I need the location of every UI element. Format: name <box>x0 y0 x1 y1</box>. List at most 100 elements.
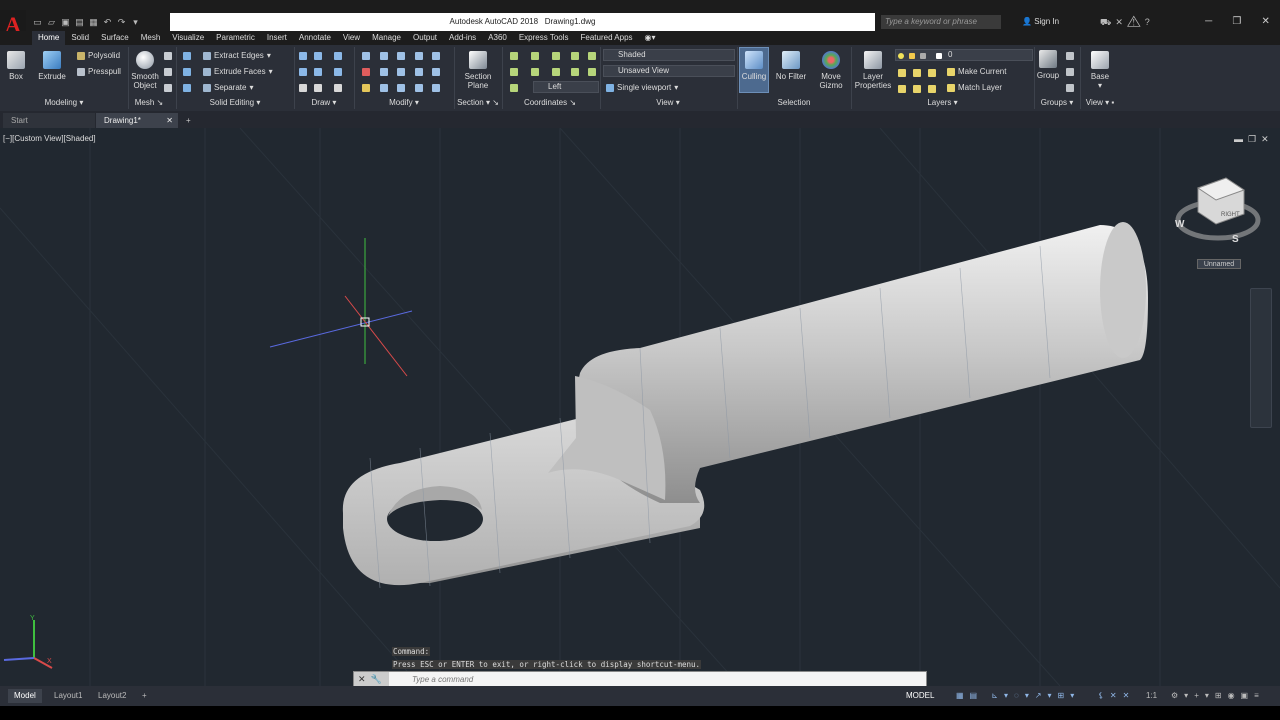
ucs-world-icon[interactable] <box>531 52 539 60</box>
section-plane-button[interactable]: Section Plane <box>460 51 496 90</box>
layer-tool-icon[interactable] <box>928 69 936 77</box>
extend-icon[interactable] <box>415 52 423 60</box>
tab-insert[interactable]: Insert <box>261 31 293 45</box>
minimize-button[interactable]: ─ <box>1205 13 1212 31</box>
presspull-button[interactable]: Presspull <box>77 67 121 76</box>
draw-group-label[interactable]: Draw ▾ <box>294 97 354 108</box>
layer-dropdown[interactable]: 0 <box>895 49 1033 61</box>
base-view-button[interactable]: Base ▾ <box>1088 51 1112 90</box>
tab-featured-apps[interactable]: Featured Apps <box>575 31 639 45</box>
tab-add-ins[interactable]: Add-ins <box>443 31 482 45</box>
drawing-viewport[interactable]: [−][Custom View][Shaded] ▬❐✕ RIGHT W S U… <box>0 128 1280 686</box>
tab-manage[interactable]: Manage <box>366 31 407 45</box>
erase-icon[interactable] <box>362 68 370 76</box>
ucs-3point-icon[interactable] <box>588 52 596 60</box>
mesh-tool-icon[interactable] <box>164 84 172 92</box>
annotation-scale[interactable]: 1:1 <box>1140 689 1163 703</box>
ucs-icon[interactable] <box>510 52 518 60</box>
tab-visualize[interactable]: Visualize <box>166 31 210 45</box>
line-icon[interactable] <box>314 68 322 76</box>
save-icon[interactable]: ▣ <box>60 17 71 28</box>
cart-icon[interactable]: ⛟ <box>1100 17 1115 27</box>
doc-tab-drawing1[interactable]: Drawing1* ✕ <box>96 113 178 128</box>
a360-icon[interactable]: ⚠ <box>1127 17 1145 27</box>
tab-view[interactable]: View <box>337 31 366 45</box>
undo-icon[interactable]: ↶ <box>102 17 113 28</box>
modify-group-label[interactable]: Modify ▾ <box>354 97 454 108</box>
culling-button[interactable]: Culling <box>739 47 769 93</box>
join-icon[interactable] <box>432 84 440 92</box>
stretch-icon[interactable] <box>432 52 440 60</box>
mesh-tool-icon[interactable] <box>164 52 172 60</box>
viewport-window-controls[interactable]: ▬❐✕ <box>1234 134 1274 145</box>
ucs-face-icon[interactable] <box>510 68 518 76</box>
line-icon[interactable] <box>299 52 307 60</box>
ucs-menu-button[interactable]: Unnamed <box>1197 259 1241 269</box>
arc-icon[interactable] <box>334 52 342 60</box>
open-icon[interactable]: ▱ <box>46 17 57 28</box>
close-tab-icon[interactable]: ✕ <box>166 113 173 128</box>
ucs-y-icon[interactable] <box>588 68 596 76</box>
layers-group-label[interactable]: Layers ▾ <box>851 97 1034 108</box>
tab-a360[interactable]: A360 <box>482 31 513 45</box>
close-icon[interactable]: ✕ <box>358 674 371 684</box>
tab-output[interactable]: Output <box>407 31 443 45</box>
command-line-tools[interactable]: ✕🔧 <box>354 672 389 686</box>
layer-color-icon[interactable] <box>936 53 942 59</box>
ungroup-icon[interactable] <box>1066 52 1074 60</box>
intersect-icon[interactable] <box>183 84 191 92</box>
new-icon[interactable]: ▭ <box>32 17 43 28</box>
move-gizmo-button[interactable]: Move Gizmo <box>816 51 846 90</box>
group-button[interactable]: Group <box>1036 48 1060 80</box>
modeling-group-label[interactable]: Modeling ▾ <box>0 97 128 108</box>
tab-annotate[interactable]: Annotate <box>293 31 337 45</box>
polygon-icon[interactable] <box>299 84 307 92</box>
plot-icon[interactable]: ▦ <box>88 17 99 28</box>
view-group-label[interactable]: View ▾ <box>600 97 736 108</box>
doc-tab-start[interactable]: Start <box>3 113 95 128</box>
layer-properties-button[interactable]: Layer Properties <box>854 51 892 90</box>
circle-icon[interactable] <box>334 68 342 76</box>
tab-parametric[interactable]: Parametric <box>210 31 261 45</box>
mesh-group-label[interactable]: Mesh ↘ <box>128 97 170 108</box>
move-icon[interactable] <box>362 52 370 60</box>
extract-edges-button[interactable]: Extract Edges ▾ <box>203 51 271 60</box>
command-input[interactable] <box>394 672 919 686</box>
ribbon-toggle-icon[interactable]: ◉▾ <box>639 31 662 45</box>
scale-icon[interactable] <box>362 84 370 92</box>
layout-tab-model[interactable]: Model <box>8 689 42 703</box>
mirror-icon[interactable] <box>397 68 405 76</box>
layout-tab-layout1[interactable]: Layout1 <box>48 689 88 703</box>
group-edit-icon[interactable] <box>1066 68 1074 76</box>
tab-surface[interactable]: Surface <box>95 31 135 45</box>
mesh-tool-icon[interactable] <box>164 68 172 76</box>
group-select-icon[interactable] <box>1066 84 1074 92</box>
workspace-controls[interactable]: ⚙▾+▾⊞◉▣≡ <box>1165 689 1271 703</box>
ucs-object-icon[interactable] <box>531 68 539 76</box>
copy-icon[interactable] <box>380 68 388 76</box>
close-button[interactable]: ✕ <box>1261 13 1269 31</box>
section-group-label[interactable]: Section ▾ ↘ <box>454 97 502 108</box>
layer-freeze-icon[interactable] <box>909 53 915 59</box>
layer-tool-icon[interactable] <box>913 69 921 77</box>
model-space-toggle[interactable]: MODEL <box>900 689 940 703</box>
layer-lock-icon[interactable] <box>920 53 926 59</box>
no-filter-button[interactable]: No Filter <box>774 51 808 81</box>
new-tab-button[interactable]: + <box>182 113 198 128</box>
viewport-config-button[interactable]: Single viewport ▾ <box>606 83 678 92</box>
offset-icon[interactable] <box>397 84 405 92</box>
coordinates-group-label[interactable]: Coordinates ↘ <box>502 97 598 108</box>
ellipse-icon[interactable] <box>334 84 342 92</box>
array-icon[interactable] <box>380 84 388 92</box>
ucs-origin-icon[interactable] <box>552 52 560 60</box>
subtract-icon[interactable] <box>183 68 191 76</box>
tab-express-tools[interactable]: Express Tools <box>513 31 575 45</box>
save-as-icon[interactable]: ▤ <box>74 17 85 28</box>
layer-on-icon[interactable] <box>898 53 904 59</box>
smooth-object-button[interactable]: Smooth Object <box>130 51 160 90</box>
make-current-button[interactable]: Make Current <box>947 67 1006 76</box>
view2-group-label[interactable]: View ▾ ▪ <box>1080 97 1120 108</box>
annotation-toggles[interactable]: ⚸✕✕ <box>1092 689 1141 703</box>
layer-tool-icon[interactable] <box>898 69 906 77</box>
groups-group-label[interactable]: Groups ▾ <box>1034 97 1080 108</box>
